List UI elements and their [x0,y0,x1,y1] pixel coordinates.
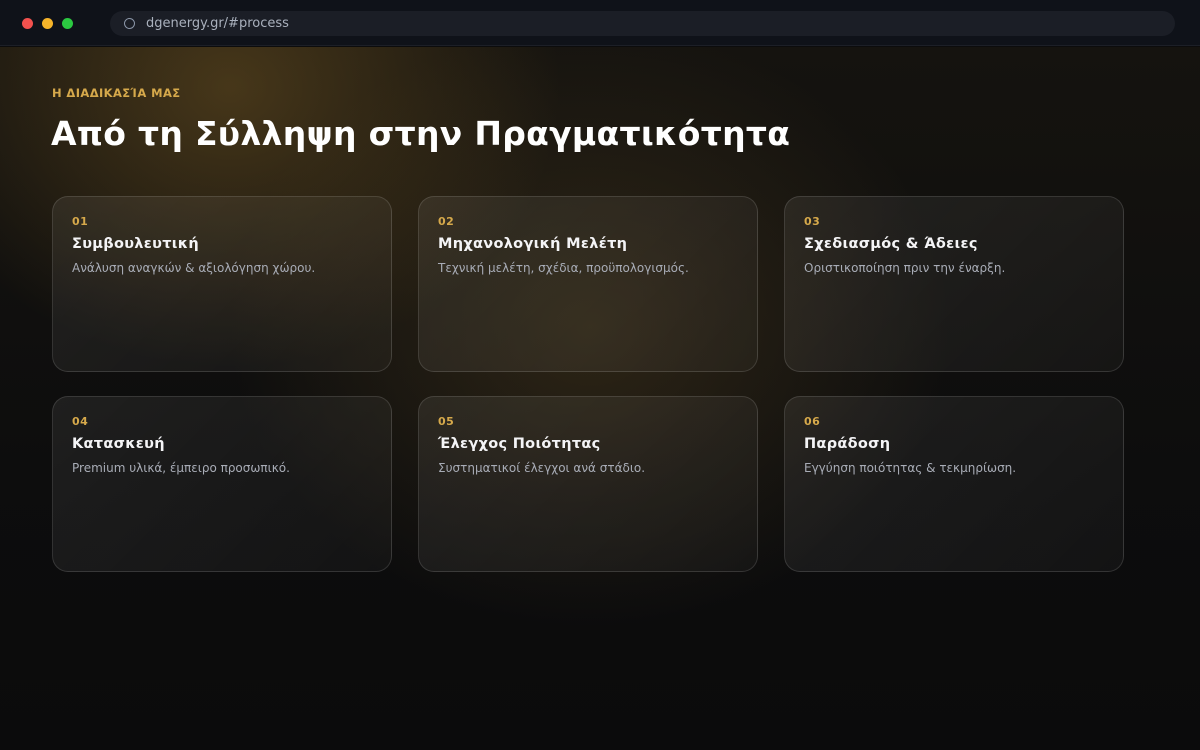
step-number: 05 [438,415,455,428]
step-card-1: 01 Συμβουλευτική Ανάλυση αναγκών & αξιολ… [52,196,392,372]
step-card-2: 02 Μηχανολογική Μελέτη Τεχνική μελέτη, σ… [418,196,758,372]
step-description: Τεχνική μελέτη, σχέδια, προϋπολογισμός. [438,261,689,275]
address-bar[interactable]: dgenergy.gr/#process [110,11,1175,36]
maximize-window-button[interactable] [62,18,73,29]
url-text: dgenergy.gr/#process [146,16,289,31]
step-description: Συστηματικοί έλεγχοι ανά στάδιο. [438,461,646,475]
step-description: Ανάλυση αναγκών & αξιολόγηση χώρου. [72,261,316,275]
step-title: Σχεδιασμός & Άδειες [804,236,978,252]
step-card-6: 06 Παράδοση Εγγύηση ποιότητας & τεκμηρίω… [784,396,1124,572]
step-title: Κατασκευή [72,436,165,452]
browser-toolbar: dgenergy.gr/#process [0,0,1200,46]
step-title: Έλεγχος Ποιότητας [438,436,601,452]
step-number: 06 [804,415,821,428]
step-title: Παράδοση [804,436,891,452]
section-eyebrow: Η ΔΙΑΔΙΚΑΣΊΑ ΜΑΣ [52,86,181,100]
step-number: 04 [72,415,89,428]
step-card-5: 05 Έλεγχος Ποιότητας Συστηματικοί έλεγχο… [418,396,758,572]
step-title: Μηχανολογική Μελέτη [438,236,628,252]
step-card-4: 04 Κατασκευή Premium υλικά, έμπειρο προσ… [52,396,392,572]
step-number: 03 [804,215,821,228]
step-title: Συμβουλευτική [72,236,199,252]
step-number: 02 [438,215,455,228]
globe-icon [124,18,135,29]
step-number: 01 [72,215,89,228]
step-description: Εγγύηση ποιότητας & τεκμηρίωση. [804,461,1017,475]
step-description: Premium υλικά, έμπειρο προσωπικό. [72,461,290,475]
minimize-window-button[interactable] [42,18,53,29]
step-card-3: 03 Σχεδιασμός & Άδειες Οριστικοποίηση πρ… [784,196,1124,372]
step-description: Οριστικοποίηση πριν την έναρξη. [804,261,1006,275]
close-window-button[interactable] [22,18,33,29]
section-heading: Από τη Σύλληψη στην Πραγματικότητα [51,114,791,153]
process-section: Η ΔΙΑΔΙΚΑΣΊΑ ΜΑΣ Από τη Σύλληψη στην Πρα… [0,47,1200,750]
